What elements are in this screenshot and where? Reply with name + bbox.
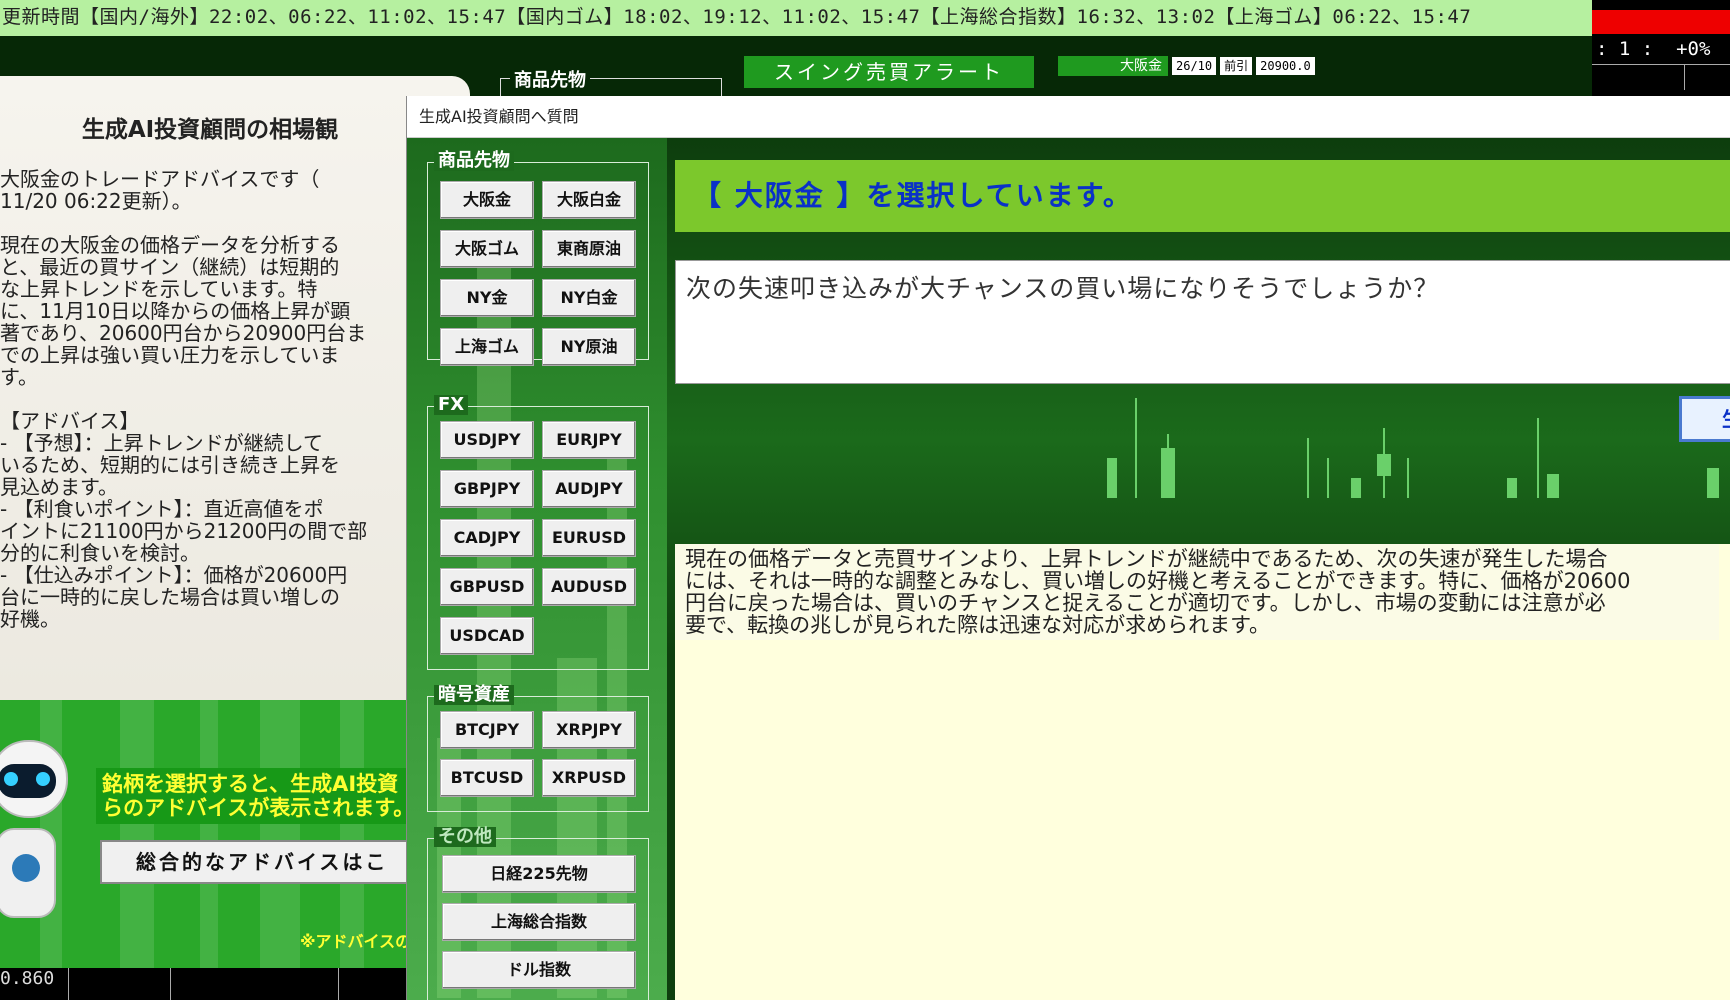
group-label: FX [434, 395, 469, 415]
symbol-button-osaka-rubber[interactable]: 大阪ゴム [440, 230, 534, 268]
dialog-title: 生成AI投資顧問へ質問 [407, 96, 1730, 138]
group-commodity-futures: 商品先物 大阪金 大阪白金 大阪ゴム 東商原油 NY金 NY白金 上海ゴム NY… [427, 151, 649, 366]
quote-row: 大阪金 26/10 前引 20900.0 [1058, 56, 1315, 76]
decorative-candlestick-background [667, 398, 1730, 498]
symbol-button-gbpjpy[interactable]: GBPJPY [440, 470, 534, 508]
divider [1592, 64, 1730, 65]
bottom-readout: 0.860 [0, 968, 410, 1000]
symbol-button-gbpusd[interactable]: GBPUSD [440, 568, 534, 606]
selected-symbol-banner: 【 大阪金 】を選択しています。 [675, 160, 1730, 232]
divider [68, 968, 69, 1000]
divider [170, 968, 171, 1000]
symbol-button-nikkei225[interactable]: 日経225先物 [442, 855, 636, 893]
quote-price: 20900.0 [1256, 57, 1315, 75]
symbol-button-ny-platinum[interactable]: NY白金 [542, 279, 636, 317]
quote-prev-label: 前引 [1220, 57, 1253, 75]
promo-note: ※アドバイスの [300, 932, 410, 951]
market-view-body: 大阪金のトレードアドバイスです（ 11/20 06:22更新）。 現在の大阪金の… [0, 167, 368, 631]
market-mini-panel: : 1 : +0% [1592, 0, 1730, 96]
symbol-button-cadjpy[interactable]: CADJPY [440, 519, 534, 557]
divider [1684, 64, 1685, 90]
background-group-label: 商品先物 [510, 66, 590, 92]
answer-area: 現在の価格データと売買サインより、上昇トレンドが継続中であるため、次の失速が発生… [675, 544, 1730, 1000]
alert-bar [1592, 10, 1730, 34]
symbol-button-btcjpy[interactable]: BTCJPY [440, 711, 534, 749]
market-view-panel: 生成AI投資顧問の相場観 大阪金のトレードアドバイスです（ 11/20 06:2… [0, 76, 470, 700]
question-input[interactable]: 次の失速叩き込みが大チャンスの買い場になりそうでしょうか？ [675, 260, 1730, 384]
quote-month: 26/10 [1172, 57, 1217, 75]
symbol-button-usdjpy[interactable]: USDJPY [440, 421, 534, 459]
promo-message: 銘柄を選択すると、生成AI投資 らのアドバイスが表示されます。 [96, 768, 410, 824]
quote-name: 大阪金 [1058, 56, 1168, 76]
symbol-button-eurjpy[interactable]: EURJPY [542, 421, 636, 459]
group-label: 暗号資産 [434, 685, 514, 705]
mini-change-readout: : 1 : +0% [1596, 38, 1711, 60]
symbol-button-audusd[interactable]: AUDUSD [542, 568, 636, 606]
symbol-button-tocom-crude[interactable]: 東商原油 [542, 230, 636, 268]
market-view-title: 生成AI投資顧問の相場観 [81, 117, 339, 143]
symbol-button-usdcad[interactable]: USDCAD [440, 617, 534, 655]
chart-stripe [260, 700, 300, 968]
symbol-button-shanghai-rubber[interactable]: 上海ゴム [440, 328, 534, 366]
ask-advisor-button[interactable]: 生成AI投資顧問に質問 [1679, 396, 1730, 442]
group-other: その他 日経225先物 上海総合指数 ドル指数 [427, 827, 649, 1000]
divider [338, 968, 339, 1000]
symbol-button-dollar-index[interactable]: ドル指数 [442, 951, 636, 989]
symbol-button-ny-crude[interactable]: NY原油 [542, 328, 636, 366]
ai-advisor-dialog: 生成AI投資顧問へ質問 商品先物 大阪金 大阪白金 大阪ゴム 東商原油 NY金 … [406, 96, 1730, 1000]
group-label: その他 [434, 827, 496, 847]
promo-area: 銘柄を選択すると、生成AI投資 らのアドバイスが表示されます。 総合的なアドバイ… [0, 700, 410, 968]
symbol-button-eurusd[interactable]: EURUSD [542, 519, 636, 557]
symbol-button-audjpy[interactable]: AUDJPY [542, 470, 636, 508]
robot-mascot-icon [0, 740, 80, 950]
advisor-main-area: 【 大阪金 】を選択しています。 次の失速叩き込みが大チャンスの買い場になりそう… [667, 138, 1730, 1000]
swing-alert-button[interactable]: スイング売買アラート [744, 56, 1034, 88]
symbol-button-btcusd[interactable]: BTCUSD [440, 759, 534, 797]
symbol-button-osaka-gold[interactable]: 大阪金 [440, 181, 534, 219]
overall-advice-button[interactable]: 総合的なアドバイスはこ [100, 840, 410, 884]
symbol-sidebar: 商品先物 大阪金 大阪白金 大阪ゴム 東商原油 NY金 NY白金 上海ゴム NY… [407, 138, 667, 1000]
chart-stripe [200, 700, 218, 968]
answer-text: 現在の価格データと売買サインより、上昇トレンドが継続中であるため、次の失速が発生… [675, 544, 1719, 640]
group-label: 商品先物 [434, 151, 514, 171]
symbol-button-xrpjpy[interactable]: XRPJPY [542, 711, 636, 749]
chart-stripe [120, 700, 154, 968]
symbol-button-osaka-platinum[interactable]: 大阪白金 [542, 181, 636, 219]
symbol-button-ny-gold[interactable]: NY金 [440, 279, 534, 317]
bottom-value: 0.860 [0, 968, 55, 989]
group-fx: FX USDJPY EURJPY GBPJPY AUDJPY CADJPY EU… [427, 395, 649, 670]
group-crypto: 暗号資産 BTCJPY XRPJPY BTCUSD XRPUSD [427, 685, 649, 812]
symbol-button-shanghai-composite[interactable]: 上海総合指数 [442, 903, 636, 941]
symbol-button-xrpusd[interactable]: XRPUSD [542, 759, 636, 797]
update-time-ticker: 更新時間【国内/海外】22:02、06:22、11:02、15:47【国内ゴム】… [0, 0, 1592, 36]
